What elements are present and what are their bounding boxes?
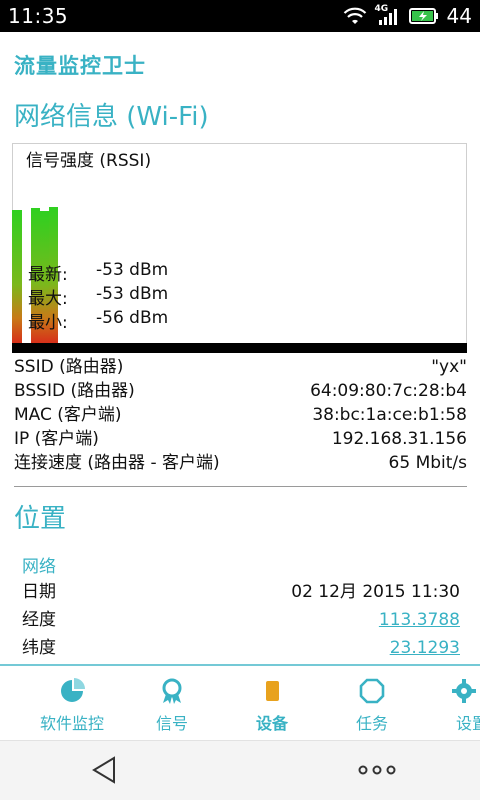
tab-label: 信号 [155, 714, 188, 733]
info-value: 65 Mbit/s [388, 453, 467, 473]
location-label: 日期 [22, 582, 56, 602]
gear-icon [452, 679, 476, 703]
longitude-link[interactable]: 113.3788 [379, 607, 460, 633]
stat-max: 最大: -53 dBm [28, 284, 168, 309]
stat-min-value: -56 dBm [96, 308, 169, 328]
info-row-link-speed: 连接速度 (路由器 - 客户端) 65 Mbit/s [14, 451, 467, 475]
stat-latest-label: 最新: [28, 265, 68, 285]
tab-label: 设置 [455, 714, 480, 733]
info-label: BSSID (路由器) [14, 381, 135, 401]
rssi-chart-title: 信号强度 (RSSI) [26, 151, 152, 171]
stat-min: 最小: -56 dBm [28, 308, 168, 333]
bottom-tab-bar: 软件监控 信号 设备 任务 设置 [0, 666, 480, 740]
chart-baseline [12, 343, 467, 353]
pie-chart-icon [61, 678, 85, 702]
system-nav-bar [0, 740, 480, 800]
wifi-section-title: 网络信息 (Wi-Fi) [14, 102, 209, 132]
tab-signal[interactable]: 信号 [122, 666, 222, 740]
battery-level: 44 [446, 4, 472, 28]
location-subtitle: 网络 [22, 557, 56, 577]
info-label: MAC (客户端) [14, 405, 122, 425]
tab-settings[interactable]: 设置 [422, 666, 480, 740]
tab-tasks[interactable]: 任务 [322, 666, 422, 740]
info-value: 192.168.31.156 [331, 429, 467, 449]
battery-charging-icon [408, 8, 438, 24]
award-badge-icon [162, 678, 182, 704]
info-row-ip: IP (客户端) 192.168.31.156 [14, 427, 467, 451]
section-divider [14, 486, 467, 487]
info-label: IP (客户端) [14, 429, 99, 449]
wifi-icon [343, 7, 366, 24]
cellular-signal-icon: 4G [375, 4, 401, 26]
tab-software-monitor[interactable]: 软件监控 [22, 666, 122, 740]
rssi-bar-1 [12, 210, 22, 345]
status-bar: 11:35 4G 44 [0, 0, 480, 32]
info-label: 连接速度 (路由器 - 客户端) [14, 453, 220, 473]
octagon-icon [359, 678, 385, 704]
status-icons: 4G 44 [343, 4, 472, 28]
info-row-mac: MAC (客户端) 38:bc:1a:ce:b1:58 [14, 403, 467, 427]
location-row-latitude[interactable]: 纬度 23.1293 [22, 635, 460, 661]
back-icon[interactable] [90, 755, 120, 785]
stat-latest: 最新: -53 dBm [28, 260, 168, 285]
location-value: 02 12月 2015 11:30 [291, 582, 460, 602]
info-label: SSID (路由器) [14, 357, 124, 377]
info-row-bssid: BSSID (路由器) 64:09:80:7c:28:b4 [14, 379, 467, 403]
stat-max-value: -53 dBm [96, 284, 169, 304]
info-value: "yx" [431, 357, 467, 377]
location-label: 纬度 [22, 638, 56, 658]
stat-latest-value: -53 dBm [96, 260, 169, 280]
tab-label: 任务 [355, 714, 388, 733]
info-value: 64:09:80:7c:28:b4 [310, 381, 467, 401]
tab-label: 软件监控 [39, 714, 104, 733]
device-icon [266, 681, 279, 701]
info-value: 38:bc:1a:ce:b1:58 [312, 405, 467, 425]
location-label: 经度 [22, 610, 56, 630]
location-row-longitude[interactable]: 经度 113.3788 [22, 607, 460, 633]
status-time: 11:35 [8, 4, 69, 28]
tab-device[interactable]: 设备 [222, 666, 322, 740]
location-section-title: 位置 [14, 504, 67, 534]
more-options-icon[interactable] [358, 765, 396, 775]
stat-min-label: 最小: [28, 313, 68, 333]
info-row-ssid: SSID (路由器) "yx" [14, 355, 467, 379]
latitude-link[interactable]: 23.1293 [390, 635, 460, 661]
stat-max-label: 最大: [28, 289, 68, 309]
tab-label: 设备 [255, 714, 288, 733]
location-row-date: 日期 02 12月 2015 11:30 [22, 579, 460, 605]
app-logo: 流量监控卫士 [14, 54, 146, 78]
